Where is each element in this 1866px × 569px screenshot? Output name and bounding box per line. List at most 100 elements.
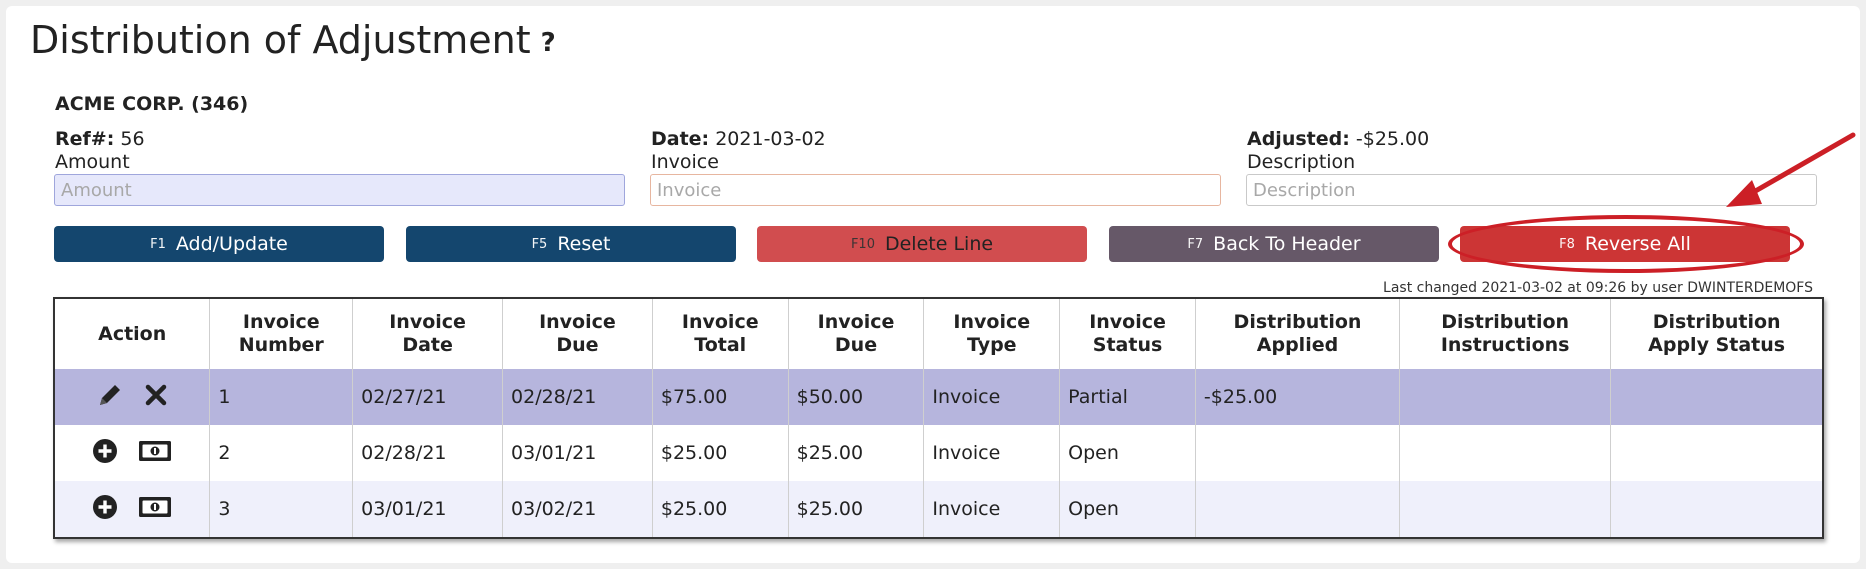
column-header: Invoice Date [352, 299, 504, 369]
action-cell [55, 481, 211, 537]
column-header-text: Invoice [539, 311, 616, 333]
table-cell [1195, 425, 1401, 481]
table-cell [1195, 481, 1401, 537]
table-cell: 02/28/21 [352, 425, 504, 481]
column-header-text: Type [966, 334, 1017, 356]
column-header: Invoice Number [209, 299, 354, 369]
column-header-text: Applied [1256, 334, 1339, 356]
back-to-header-button[interactable]: F7 Back To Header [1109, 226, 1439, 262]
back-to-header-label: Back To Header [1213, 233, 1361, 255]
column-header: Invoice Due [788, 299, 925, 369]
table-cell: -$25.00 [1195, 369, 1401, 425]
add-update-button[interactable]: F1 Add/Update [54, 226, 384, 262]
table-row[interactable]: 1 02/27/21 02/28/21 $75.00 $50.00 Invoice Part… [55, 369, 1822, 425]
money-icon[interactable] [138, 496, 172, 523]
column-header-text: Distribution [1652, 311, 1781, 333]
column-header-text: Invoice [817, 311, 895, 333]
column-header-text: Invoice [681, 311, 759, 333]
table-cell: 03/01/21 [502, 425, 653, 481]
add-update-key: F1 [150, 236, 166, 252]
invoice-input[interactable] [650, 174, 1221, 206]
distribution-table: Action Invoice Number Invoice Date Invoice Due… [53, 297, 1824, 539]
company-name: ACME CORP. (346) [55, 93, 249, 115]
last-changed-text: Last changed 2021-03-02 at 09:26 by user… [1383, 280, 1813, 296]
money-icon[interactable] [138, 440, 172, 467]
column-header: Distribution Apply Status [1611, 299, 1822, 369]
table-cell: 02/28/21 [502, 369, 653, 425]
back-to-header-key: F7 [1187, 236, 1204, 252]
plus-circle-icon[interactable] [92, 438, 118, 469]
page-title: Distribution of Adjustment? [30, 18, 556, 62]
reset-label: Reset [557, 233, 611, 255]
column-header-text: Status [1092, 334, 1163, 356]
x-icon[interactable] [144, 383, 168, 412]
table-cell: Partial [1059, 369, 1196, 425]
table-cell [1399, 481, 1612, 537]
invoice-label: Invoice [651, 151, 719, 173]
table-cell: $25.00 [652, 481, 789, 537]
amount-label: Amount [55, 151, 130, 173]
help-icon[interactable]: ? [541, 28, 556, 58]
column-header: Distribution Applied [1195, 299, 1401, 369]
table-row[interactable]: 2 02/28/21 03/01/21 $25.00 $25.00 Invoice Open [55, 425, 1822, 481]
ref-value: 56 [120, 128, 145, 150]
table-cell: 02/27/21 [352, 369, 504, 425]
amount-input[interactable] [54, 174, 625, 206]
table-cell: 3 [209, 481, 354, 537]
column-header-text: Distribution [1233, 311, 1362, 333]
delete-line-label: Delete Line [884, 233, 994, 255]
table-cell: $25.00 [652, 425, 789, 481]
table-row[interactable]: 3 03/01/21 03/02/21 $25.00 $25.00 Invoice Open [55, 481, 1822, 537]
column-header-text: Instructions [1440, 334, 1570, 356]
table-cell [1399, 425, 1612, 481]
add-update-label: Add/Update [175, 233, 288, 255]
adjusted-value: -$25.00 [1355, 128, 1430, 150]
reset-key: F5 [531, 236, 548, 252]
adjusted-label: Adjusted: [1247, 128, 1350, 150]
column-header: Invoice Type [923, 299, 1061, 369]
column-header: Invoice Status [1059, 299, 1196, 369]
table-cell: $50.00 [788, 369, 925, 425]
table-cell: 2 [209, 425, 354, 481]
delete-line-key: F10 [850, 236, 875, 252]
column-header-text: Due [556, 334, 599, 356]
table-cell: Open [1059, 425, 1196, 481]
reverse-all-key: F8 [1559, 236, 1575, 252]
column-header-text: Number [238, 334, 324, 356]
ref-label: Ref#: [55, 128, 115, 150]
column-header-text: Date [402, 334, 453, 356]
description-label: Description [1247, 151, 1356, 173]
table-cell [1611, 425, 1822, 481]
table-cell [1610, 481, 1822, 537]
table-cell: Open [1059, 481, 1196, 537]
action-cell [55, 369, 211, 425]
date-value: 2021-03-02 [715, 128, 826, 150]
column-header-text: Total [694, 334, 747, 356]
date-label: Date: [651, 128, 710, 150]
column-header-text: Invoice [953, 311, 1031, 333]
table-cell: Invoice [923, 481, 1061, 537]
page-title-text: Distribution of Adjustment [30, 18, 531, 62]
table-cell: $25.00 [788, 481, 925, 537]
column-header: Distribution Instructions [1399, 299, 1612, 369]
reverse-all-button[interactable]: F8 Reverse All [1460, 226, 1790, 262]
description-input[interactable] [1246, 174, 1817, 206]
table-cell: $25.00 [788, 425, 925, 481]
table-cell: 1 [209, 369, 354, 425]
table-cell: $75.00 [652, 369, 789, 425]
column-header-text: Distribution [1441, 311, 1570, 333]
action-cell [55, 425, 211, 481]
column-header-text: Invoice [242, 311, 320, 333]
column-header: Action [55, 299, 211, 369]
column-header: Invoice Total [652, 299, 789, 369]
table-header-row: Action Invoice Number Invoice Date Invoice Due… [55, 299, 1822, 369]
table-cell: Invoice [923, 425, 1061, 481]
table-cell [1399, 369, 1612, 425]
column-header-text: Due [834, 334, 878, 356]
pencil-icon[interactable] [96, 381, 124, 414]
delete-line-button[interactable]: F10 Delete Line [757, 226, 1087, 262]
plus-circle-icon[interactable] [92, 494, 118, 525]
reset-button[interactable]: F5 Reset [406, 226, 736, 262]
date-info: Date: 2021-03-02 [651, 128, 826, 150]
table-cell: 03/02/21 [502, 481, 653, 537]
